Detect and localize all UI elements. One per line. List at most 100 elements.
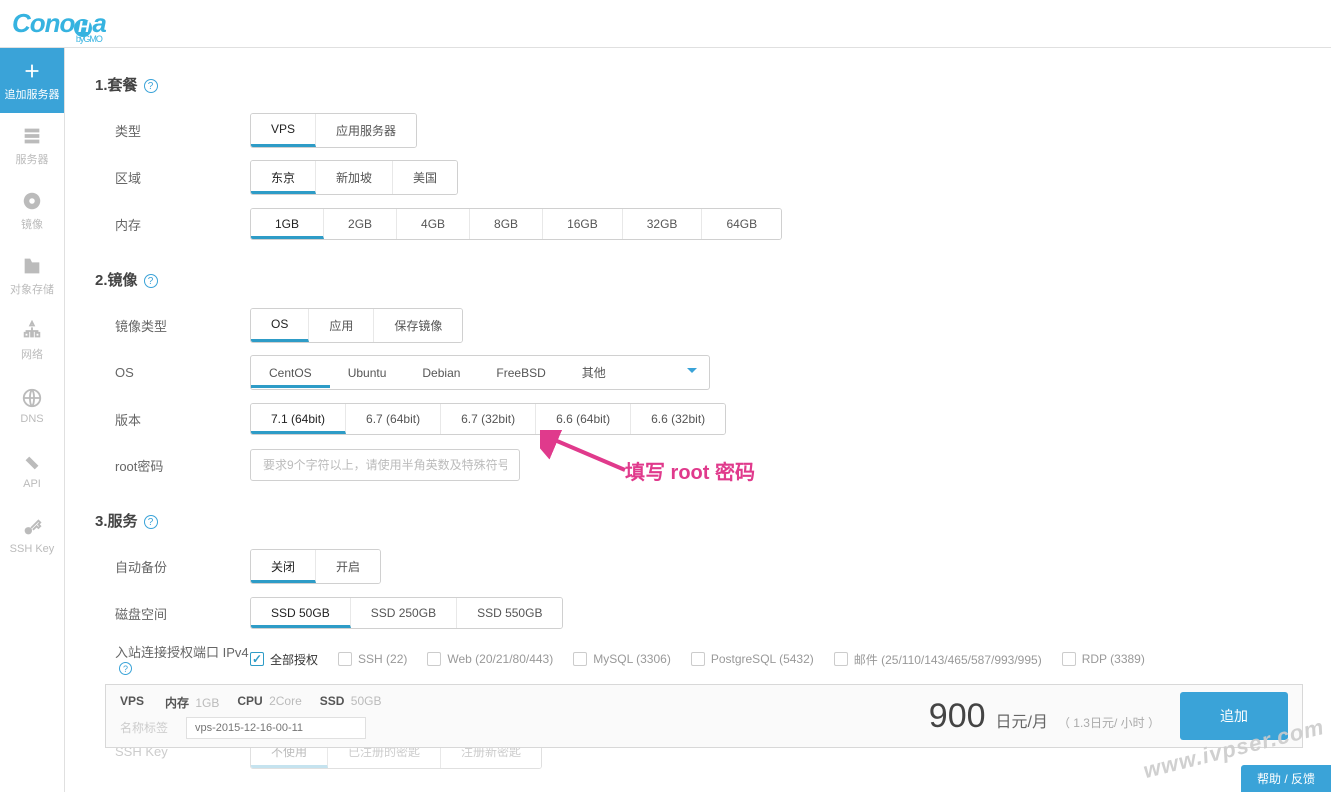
globe-icon xyxy=(21,387,43,409)
ipv4-ports: 全部授权 SSH (22) Web (20/21/80/443) MySQL (… xyxy=(250,651,1145,668)
label-root-pw: root密码 xyxy=(95,456,250,475)
section-image-title: 2.镜像? xyxy=(95,269,1331,290)
price-sub: （ 1.3日元/ 小时 ） xyxy=(1058,714,1160,731)
imgtype-opt-os[interactable]: OS xyxy=(251,309,309,342)
sidebar-item-label: API xyxy=(23,478,41,490)
summary-vps: VPS xyxy=(120,694,144,708)
memory-opt[interactable]: 2GB xyxy=(324,209,397,239)
port-chk-mysql[interactable]: MySQL (3306) xyxy=(573,652,671,666)
type-opt-vps[interactable]: VPS xyxy=(251,114,316,147)
help-icon[interactable]: ? xyxy=(119,662,132,675)
sidebar-item-label: 对象存储 xyxy=(10,281,54,297)
disk-opt[interactable]: SSD 250GB xyxy=(351,598,457,628)
server-icon xyxy=(21,125,43,147)
port-chk-rdp[interactable]: RDP (3389) xyxy=(1062,652,1145,666)
summary-ssd-val: 50GB xyxy=(351,694,382,708)
sidebar-item-dns[interactable]: DNS xyxy=(0,373,64,438)
name-tag-input[interactable] xyxy=(186,717,366,739)
type-selector: VPS 应用服务器 xyxy=(250,113,417,148)
sidebar-item-images[interactable]: 镜像 xyxy=(0,178,64,243)
label-disk: 磁盘空间 xyxy=(95,604,250,623)
sidebar-item-label: 网络 xyxy=(21,346,43,362)
folder-icon xyxy=(21,255,43,277)
version-opt[interactable]: 6.7 (64bit) xyxy=(346,404,441,434)
region-opt-tokyo[interactable]: 东京 xyxy=(251,161,316,194)
memory-opt[interactable]: 64GB xyxy=(702,209,781,239)
disc-icon xyxy=(21,190,43,212)
image-type-selector: OS 应用 保存镜像 xyxy=(250,308,463,343)
port-chk-all[interactable]: 全部授权 xyxy=(250,651,318,668)
memory-opt[interactable]: 16GB xyxy=(543,209,623,239)
label-port-ipv4: 入站连接授权端口 IPv4? xyxy=(95,642,250,676)
version-opt[interactable]: 7.1 (64bit) xyxy=(251,404,346,434)
label-version: 版本 xyxy=(95,410,250,429)
os-opt[interactable]: Debian xyxy=(404,358,478,388)
region-opt-sg[interactable]: 新加坡 xyxy=(316,161,393,194)
plus-icon xyxy=(21,60,43,82)
help-icon[interactable]: ? xyxy=(144,515,158,529)
memory-opt[interactable]: 4GB xyxy=(397,209,470,239)
help-icon[interactable]: ? xyxy=(144,79,158,93)
version-opt[interactable]: 6.6 (32bit) xyxy=(631,404,725,434)
sidebar-item-servers[interactable]: 服务器 xyxy=(0,113,64,178)
backup-opt-off[interactable]: 关闭 xyxy=(251,550,316,583)
annotation-text: 填写 root 密码 xyxy=(625,456,755,485)
sidebar-item-sshkey[interactable]: SSH Key xyxy=(0,503,64,568)
main-content: 1.套餐? 类型 VPS 应用服务器 区域 东京 新加坡 美国 内存 1GB 2… xyxy=(65,48,1331,792)
sidebar-item-label: 服务器 xyxy=(16,151,49,167)
sidebar-item-network[interactable]: 网络 xyxy=(0,308,64,373)
version-opt[interactable]: 6.7 (32bit) xyxy=(441,404,536,434)
sidebar-item-label: 追加服务器 xyxy=(5,86,60,102)
memory-opt[interactable]: 8GB xyxy=(470,209,543,239)
header: ConoHa byGMO xyxy=(0,0,1331,48)
disk-opt[interactable]: SSD 50GB xyxy=(251,598,351,628)
network-icon xyxy=(21,320,43,342)
os-opt[interactable]: 其他 xyxy=(564,356,624,389)
help-feedback-tab[interactable]: 帮助 / 反馈 xyxy=(1241,765,1331,792)
os-opt[interactable]: CentOS xyxy=(251,358,330,388)
summary-bar: VPS 内存 1GB CPU 2Core SSD 50GB 名称标签 900 日… xyxy=(105,684,1303,748)
memory-opt[interactable]: 1GB xyxy=(251,209,324,239)
version-opt[interactable]: 6.6 (64bit) xyxy=(536,404,631,434)
sidebar-item-add-server[interactable]: 追加服务器 xyxy=(0,48,64,113)
sidebar-item-label: 镜像 xyxy=(21,216,43,232)
price-number: 900 xyxy=(929,697,986,736)
logo[interactable]: ConoHa byGMO xyxy=(12,8,106,39)
label-os: OS xyxy=(95,365,250,380)
disk-opt[interactable]: SSD 550GB xyxy=(457,598,562,628)
logo-sub: byGMO xyxy=(76,34,102,44)
add-button[interactable]: 追加 xyxy=(1180,692,1288,740)
key-icon xyxy=(21,517,43,539)
label-type: 类型 xyxy=(95,121,250,140)
help-icon[interactable]: ? xyxy=(144,274,158,288)
summary-mem-label: 内存 xyxy=(165,696,189,710)
backup-opt-on[interactable]: 开启 xyxy=(316,550,380,583)
root-password-input[interactable] xyxy=(250,449,520,481)
section-plan-title: 1.套餐? xyxy=(95,74,1331,95)
imgtype-opt-saved[interactable]: 保存镜像 xyxy=(374,309,462,342)
summary-mem-val: 1GB xyxy=(195,696,219,710)
port-chk-pg[interactable]: PostgreSQL (5432) xyxy=(691,652,814,666)
chevron-down-icon[interactable] xyxy=(687,368,697,373)
imgtype-opt-app[interactable]: 应用 xyxy=(309,309,374,342)
plug-icon xyxy=(21,452,43,474)
sidebar-item-api[interactable]: API xyxy=(0,438,64,503)
os-opt[interactable]: FreeBSD xyxy=(478,358,563,388)
label-region: 区域 xyxy=(95,168,250,187)
port-chk-ssh[interactable]: SSH (22) xyxy=(338,652,407,666)
memory-opt[interactable]: 32GB xyxy=(623,209,703,239)
port-chk-web[interactable]: Web (20/21/80/443) xyxy=(427,652,553,666)
disk-selector: SSD 50GB SSD 250GB SSD 550GB xyxy=(250,597,563,629)
version-selector: 7.1 (64bit) 6.7 (64bit) 6.7 (32bit) 6.6 … xyxy=(250,403,726,435)
port-chk-mail[interactable]: 邮件 (25/110/143/465/587/993/995) xyxy=(834,651,1042,668)
region-selector: 东京 新加坡 美国 xyxy=(250,160,458,195)
price-display: 900 日元/月 （ 1.3日元/ 小时 ） xyxy=(929,697,1160,736)
section-service-title: 3.服务? xyxy=(95,510,1331,531)
sidebar-item-storage[interactable]: 对象存储 xyxy=(0,243,64,308)
type-opt-app[interactable]: 应用服务器 xyxy=(316,114,416,147)
os-opt[interactable]: Ubuntu xyxy=(330,358,405,388)
region-opt-us[interactable]: 美国 xyxy=(393,161,457,194)
label-backup: 自动备份 xyxy=(95,557,250,576)
price-unit: 日元/月 xyxy=(996,708,1048,732)
label-image-type: 镜像类型 xyxy=(95,316,250,335)
